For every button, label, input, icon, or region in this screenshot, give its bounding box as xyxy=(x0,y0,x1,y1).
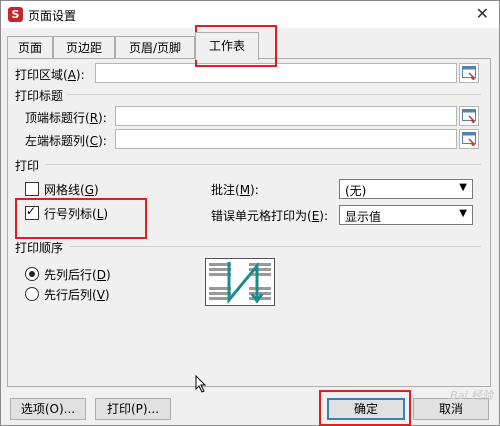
options-button[interactable]: 选项(O)... xyxy=(10,398,86,420)
cell-errors-label: 错误单元格打印为(E): xyxy=(211,209,329,223)
down-then-over-label[interactable]: 先列后行(D) xyxy=(44,266,111,283)
comments-label: 批注(M): xyxy=(211,183,259,197)
tab-label: 页眉/页脚 xyxy=(128,41,182,55)
close-icon[interactable]: ✕ xyxy=(476,4,489,23)
top-rows-range-picker-button[interactable] xyxy=(459,106,479,126)
range-select-icon xyxy=(462,132,476,146)
over-then-down-label[interactable]: 先行后列(V) xyxy=(44,286,110,303)
print-titles-heading: 打印标题 xyxy=(15,89,64,103)
dropdown-arrow-icon: ▼ xyxy=(459,208,467,219)
range-select-icon xyxy=(462,66,476,80)
tab-margins[interactable]: 页边距 xyxy=(53,36,115,59)
watermark: Bai 经验 xyxy=(450,389,493,402)
ok-button[interactable]: 确定 xyxy=(327,398,405,420)
over-then-down-radio[interactable] xyxy=(25,287,39,301)
row-col-headers-checkbox[interactable] xyxy=(25,204,39,220)
dialog-title: 页面设置 xyxy=(28,9,77,23)
gridlines-label[interactable]: 网格线(G) xyxy=(44,181,99,198)
left-cols-input[interactable] xyxy=(115,129,457,149)
page-order-preview-icon xyxy=(205,258,275,306)
wps-app-icon: S xyxy=(8,7,23,22)
page-setup-dialog: S 页面设置 ✕ 页面 页边距 页眉/页脚 工作表 打印区域(A): 打印标题 … xyxy=(0,0,500,426)
tab-label: 页边距 xyxy=(65,41,102,55)
tab-label: 页面 xyxy=(17,41,42,55)
separator xyxy=(45,164,481,165)
print-heading: 打印 xyxy=(15,159,40,173)
cell-errors-value: 显示值 xyxy=(345,210,382,224)
print-area-label: 打印区域(A): xyxy=(15,68,85,82)
cell-errors-select[interactable]: 显示值 ▼ xyxy=(339,205,473,225)
left-cols-label: 左端标题列(C): xyxy=(25,134,107,148)
row-col-headers-label[interactable]: 行号列标(L) xyxy=(44,205,108,222)
title-bar[interactable]: S 页面设置 ✕ xyxy=(1,1,499,28)
range-select-icon xyxy=(462,109,476,123)
tab-sheet[interactable]: 工作表 xyxy=(195,32,259,60)
tab-label: 工作表 xyxy=(208,39,245,53)
top-rows-input[interactable] xyxy=(115,106,457,126)
page-order-heading: 打印顺序 xyxy=(15,241,64,255)
comments-select[interactable]: (无) ▼ xyxy=(339,179,473,199)
top-rows-label: 顶端标题行(R): xyxy=(25,111,107,125)
left-cols-range-picker-button[interactable] xyxy=(459,129,479,149)
print-button[interactable]: 打印(P)... xyxy=(95,398,171,420)
separator xyxy=(67,94,481,95)
dropdown-arrow-icon: ▼ xyxy=(459,182,467,193)
tab-header-footer[interactable]: 页眉/页脚 xyxy=(115,36,195,59)
tab-page[interactable]: 页面 xyxy=(7,36,53,59)
print-area-range-picker-button[interactable] xyxy=(459,63,479,83)
separator xyxy=(69,246,481,247)
print-area-input[interactable] xyxy=(95,63,457,83)
mouse-cursor-icon xyxy=(195,375,207,393)
comments-value: (无) xyxy=(345,184,367,198)
down-then-over-radio[interactable] xyxy=(25,267,39,281)
gridlines-checkbox[interactable] xyxy=(25,182,39,196)
